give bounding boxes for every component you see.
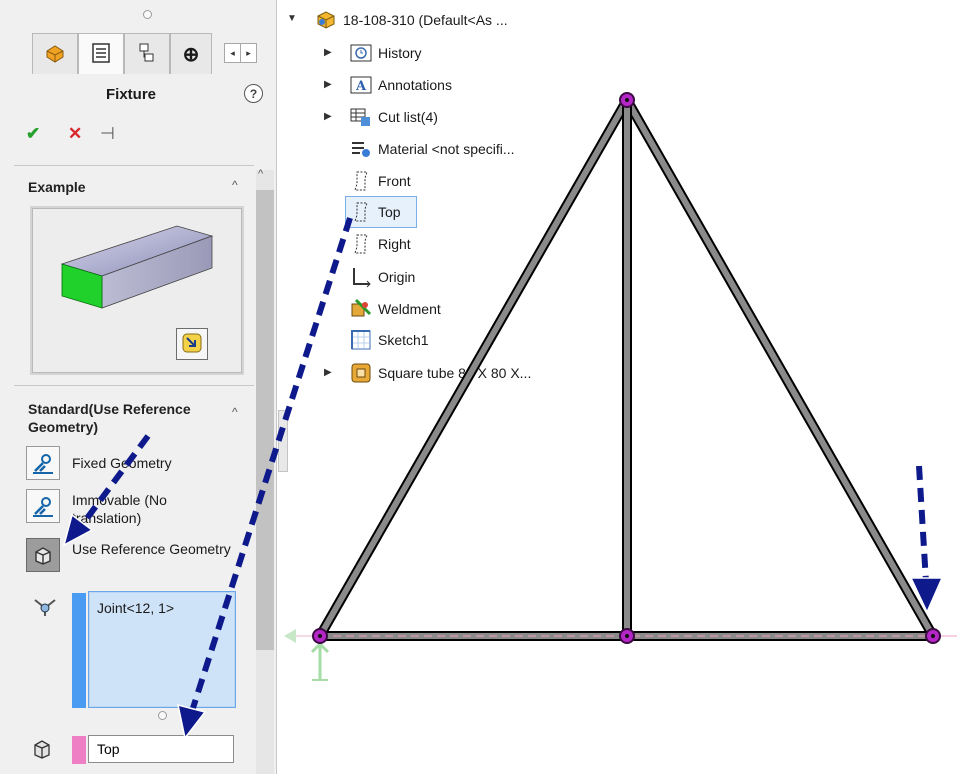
tree-item-front-plane[interactable]: Front <box>350 169 411 193</box>
joint-marker-icon <box>925 628 941 644</box>
help-icon[interactable]: ? <box>244 84 263 103</box>
weldment-icon <box>350 298 372 320</box>
tree-item-label: Front <box>378 173 411 189</box>
section-divider <box>14 165 254 166</box>
tab-featuremanager[interactable] <box>32 33 78 74</box>
scroll-up-icon[interactable]: ^ <box>258 168 263 180</box>
tree-item-structural-member[interactable]: Square tube 80 X 80 X... <box>350 361 531 385</box>
tree-root-part[interactable]: 18-108-310 (Default<As ... <box>315 8 508 32</box>
example-expand-button[interactable] <box>176 328 208 360</box>
property-manager-title: Fixture <box>105 86 156 103</box>
tree-item-material[interactable]: Material <not specifi... <box>350 137 515 161</box>
propertymanager-icon <box>90 42 112 67</box>
sketch-icon <box>350 329 372 351</box>
tree-item-label: Square tube 80 X 80 X... <box>378 365 532 381</box>
material-icon <box>350 138 372 160</box>
selection-box-resize-grip[interactable] <box>158 711 167 720</box>
tab-scroll-left-button[interactable]: ◂ <box>224 43 241 63</box>
tree-item-label: Cut list(4) <box>378 109 438 125</box>
example-collapse-icon[interactable]: ^ <box>232 178 238 192</box>
tree-root-label: 18-108-310 (Default<As ... <box>343 12 508 28</box>
chevron-right-icon[interactable]: ▶ <box>324 47 332 58</box>
example-image <box>30 206 244 375</box>
reference-geometry-icon[interactable] <box>26 538 60 572</box>
manager-tab-bar: ⊕ ◂ ▸ <box>14 33 276 75</box>
panel-scrollbar-thumb[interactable] <box>256 190 274 650</box>
tree-item-label: Annotations <box>378 77 452 93</box>
history-folder-icon <box>350 42 372 64</box>
cancel-button[interactable]: ✕ <box>68 124 82 144</box>
tree-item-weldment[interactable]: Weldment <box>350 297 441 321</box>
tree-item-right-plane[interactable]: Right <box>350 232 411 256</box>
faces-edges-vertices-icon <box>32 596 58 621</box>
tree-item-label: History <box>378 45 422 61</box>
featuremanager-icon <box>43 41 67 68</box>
property-manager-panel: ⊕ ◂ ▸ Fixture ? ✔ ✕ ⊣ Example ^ ^ Standa… <box>0 0 277 774</box>
tree-item-history[interactable]: History <box>350 41 422 65</box>
tab-propertymanager[interactable] <box>78 33 124 74</box>
pin-button[interactable]: ⊣ <box>100 124 115 144</box>
tab-scroll-right-button[interactable]: ▸ <box>240 43 257 63</box>
faces-selection-box[interactable]: Joint<12, 1> <box>88 591 236 708</box>
tree-item-annotations[interactable]: A Annotations <box>350 73 452 97</box>
tree-item-label: Origin <box>378 269 416 285</box>
plane-icon <box>350 233 372 255</box>
joint-marker-icon <box>619 628 635 644</box>
tab-configurationmanager[interactable] <box>124 33 170 74</box>
structural-member-icon <box>350 362 372 384</box>
example-section-header[interactable]: Example <box>28 179 86 195</box>
example-block-illustration <box>60 225 214 309</box>
tree-item-sketch1[interactable]: Sketch1 <box>350 328 429 352</box>
configurationmanager-icon <box>136 42 158 67</box>
origin-triad-icon <box>284 629 330 681</box>
origin-icon <box>350 266 372 288</box>
tree-item-label: Top <box>378 204 401 220</box>
joint-marker-icon <box>619 92 635 108</box>
selection-color-swatch-pink <box>72 736 86 764</box>
reference-plane-icon <box>32 738 52 763</box>
standard-collapse-icon[interactable]: ^ <box>232 405 238 419</box>
part-icon <box>315 9 337 31</box>
standard-section-header[interactable]: Standard(Use Reference Geometry) <box>28 400 218 436</box>
section-divider <box>14 385 254 386</box>
fixed-geometry-icon[interactable] <box>26 446 60 480</box>
panel-splitter-grip[interactable] <box>143 10 152 19</box>
selection-color-swatch-blue <box>72 593 86 708</box>
plane-icon <box>350 170 372 192</box>
immovable-label: Immovable (No translation) <box>72 492 167 526</box>
dimxpert-icon: ⊕ <box>182 43 200 66</box>
cut-list-icon <box>350 106 372 128</box>
chevron-right-icon[interactable]: ▶ <box>324 79 332 90</box>
tree-item-label: Right <box>378 236 411 252</box>
tab-dimxpert[interactable]: ⊕ <box>170 33 212 74</box>
plane-icon <box>350 201 372 223</box>
tree-item-label: Sketch1 <box>378 332 429 348</box>
panel-collapse-handle[interactable] <box>278 410 288 472</box>
arrow-down-right-icon <box>181 332 203 357</box>
annotations-folder-icon: A <box>350 74 372 96</box>
joint-marker-icon <box>312 628 328 644</box>
immovable-icon[interactable] <box>26 489 60 523</box>
chevron-right-icon[interactable]: ▶ <box>324 111 332 122</box>
reference-geometry-field[interactable] <box>88 735 234 763</box>
fixed-geometry-label: Fixed Geometry <box>72 455 172 471</box>
ok-button[interactable]: ✔ <box>26 124 40 144</box>
tree-item-label: Weldment <box>378 301 441 317</box>
use-reference-geometry-label: Use Reference Geometry <box>72 541 231 557</box>
chevron-right-icon[interactable]: ▶ <box>324 367 332 378</box>
chevron-down-icon[interactable]: ▼ <box>287 13 297 24</box>
tree-item-cut-list[interactable]: Cut list(4) <box>350 105 438 129</box>
tree-item-label: Material <not specifi... <box>378 141 515 157</box>
tree-item-origin[interactable]: Origin <box>350 265 415 289</box>
tree-item-top-plane[interactable]: Top <box>350 200 401 224</box>
svg-text:A: A <box>355 79 367 94</box>
selected-entity-item[interactable]: Joint<12, 1> <box>97 600 174 616</box>
